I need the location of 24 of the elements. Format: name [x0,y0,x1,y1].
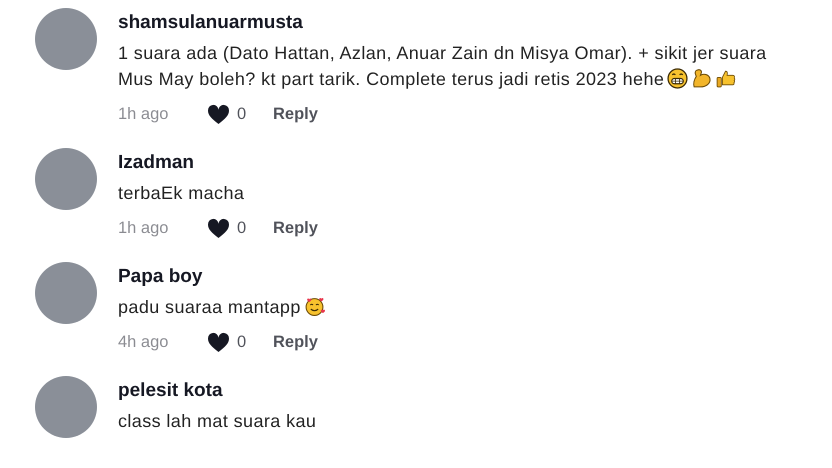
like-count: 0 [237,104,248,124]
comment-text: 1 suara ada (Dato Hattan, Azlan, Anuar Zain dn Misya Omar). + sikit jer suara Mus May boleh? kt part tarik. Complete terus jadi retis 2023 hehe [118,43,767,89]
comment-time: 1h ago [118,104,170,124]
comment-time: 1h ago [118,218,170,238]
reply-link[interactable]: Reply [273,218,318,238]
heart-icon[interactable] [207,218,230,238]
flexed-arm-icon [691,68,712,89]
smiling-face-with-hearts-icon [304,296,325,317]
comment-text: terbaEk macha [118,183,244,203]
heart-icon[interactable] [207,104,230,124]
like-count: 0 [237,332,248,352]
comment-text: padu suaraa mantapp [118,297,325,317]
comment-time: 4h ago [118,332,170,352]
grinning-face-icon [667,68,688,89]
comment-author[interactable]: shamsulanuarmusta [118,11,790,35]
like-count: 0 [237,218,248,238]
comment-author[interactable]: Papa boy [118,265,790,289]
reply-link[interactable]: Reply [273,104,318,124]
reply-link[interactable]: Reply [273,332,318,352]
comment-author[interactable]: Izadman [118,151,790,175]
comment-text: class lah mat suara kau [118,411,316,431]
thumbs-up-icon [715,68,736,89]
comment-author[interactable]: pelesit kota [118,379,790,403]
heart-icon[interactable] [207,332,230,352]
